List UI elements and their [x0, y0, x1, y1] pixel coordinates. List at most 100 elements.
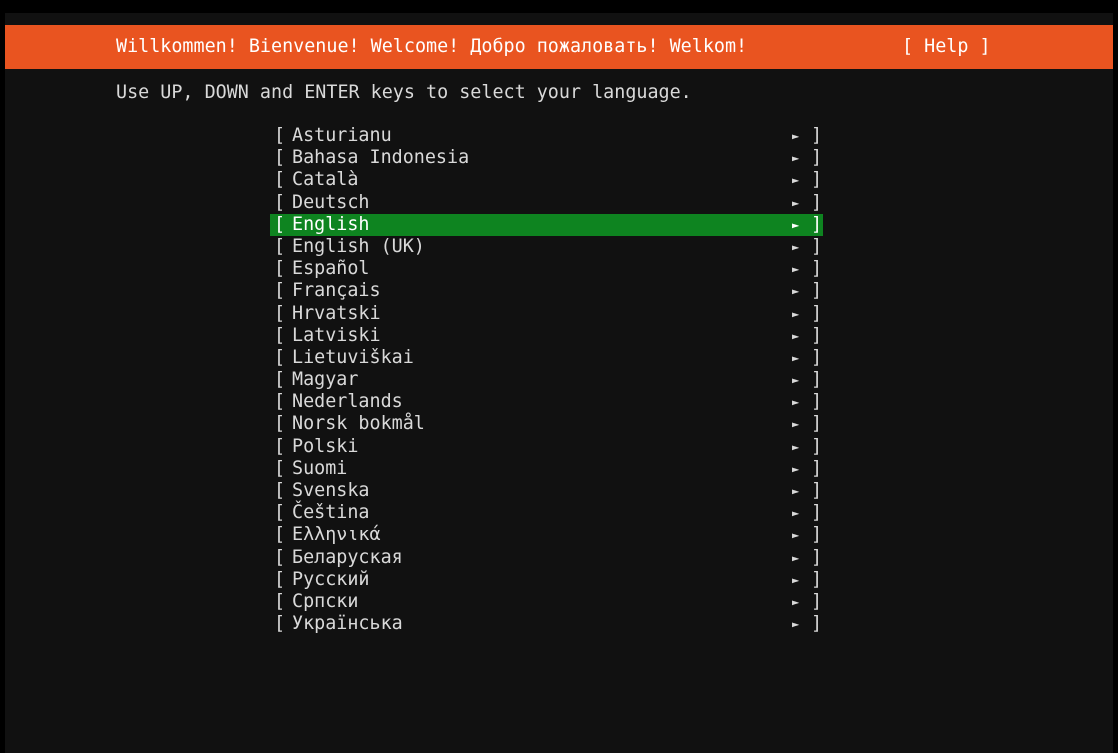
header-bar: Willkommen! Bienvenue! Welcome! Добро по… [5, 25, 1113, 69]
submenu-arrow-icon: ► [792, 572, 800, 587]
close-bracket: ] [811, 235, 823, 257]
language-label: English (UK) [292, 235, 425, 257]
open-bracket: [ [274, 235, 286, 257]
close-bracket: ] [811, 258, 823, 280]
instructions-text: Use UP, DOWN and ENTER keys to select yo… [116, 82, 692, 103]
open-bracket: [ [274, 125, 286, 146]
language-label: Nederlands [292, 391, 403, 413]
open-bracket: [ [274, 546, 286, 568]
close-bracket: ] [811, 502, 823, 524]
language-option[interactable]: [Беларуская ►] [270, 547, 823, 569]
installer-screen: Willkommen! Bienvenue! Welcome! Добро по… [5, 13, 1113, 753]
language-label: English [292, 213, 370, 235]
language-label: Українська [292, 613, 403, 635]
submenu-arrow-icon: ► [792, 195, 800, 210]
welcome-title: Willkommen! Bienvenue! Welcome! Добро по… [116, 36, 748, 57]
submenu-arrow-icon: ► [792, 262, 800, 277]
submenu-arrow-icon: ► [792, 550, 800, 565]
language-option[interactable]: [Svenska ►] [270, 480, 823, 502]
open-bracket: [ [274, 369, 286, 391]
language-option[interactable]: [Ελληνικά ►] [270, 524, 823, 546]
language-list: [ Asturianu ►] [ Bahasa Indonesia ►] [ Català ►]… [270, 125, 823, 635]
open-bracket: [ [274, 280, 286, 302]
close-bracket: ] [811, 457, 823, 479]
close-bracket: ] [811, 191, 823, 213]
close-bracket: ] [811, 324, 823, 346]
open-bracket: [ [274, 435, 286, 457]
language-label: Català [292, 169, 359, 191]
language-option[interactable]: [Norsk bokmål ►] [270, 413, 823, 435]
language-label: Ελληνικά [292, 524, 381, 546]
language-option[interactable]: [Latviski ►] [270, 325, 823, 347]
submenu-arrow-icon: ► [792, 395, 800, 410]
language-option[interactable]: [Asturianu ►] [270, 125, 823, 147]
close-bracket: ] [811, 568, 823, 590]
close-bracket: ] [811, 413, 823, 435]
language-label: Español [292, 258, 370, 280]
language-option[interactable]: [ Nederlands ►] [270, 391, 823, 413]
open-bracket: [ [274, 391, 286, 413]
submenu-arrow-icon: ► [792, 217, 800, 232]
open-bracket: [ [274, 590, 286, 612]
language-option[interactable]: [Čeština ►] [270, 502, 823, 524]
open-bracket: [ [274, 524, 286, 546]
close-bracket: ] [811, 169, 823, 191]
language-label: Lietuviškai [292, 346, 414, 368]
language-option[interactable]: [Suomi ►] [270, 458, 823, 480]
language-option[interactable]: [ Magyar ►] [270, 369, 823, 391]
submenu-arrow-icon: ► [792, 151, 800, 166]
open-bracket: [ [274, 169, 286, 191]
submenu-arrow-icon: ► [792, 594, 800, 609]
language-label: Deutsch [292, 191, 370, 213]
close-bracket: ] [811, 280, 823, 302]
submenu-arrow-icon: ► [792, 528, 800, 543]
close-bracket: ] [811, 147, 823, 169]
language-option[interactable]: [Русский ►] [270, 569, 823, 591]
language-label: Suomi [292, 457, 348, 479]
language-option[interactable]: [ Deutsch ►] [270, 192, 823, 214]
language-label: Polski [292, 435, 359, 457]
language-option[interactable]: [Hrvatski ►] [270, 303, 823, 325]
close-bracket: ] [811, 346, 823, 368]
language-option[interactable]: [ English (UK) ►] [270, 236, 823, 258]
open-bracket: [ [274, 502, 286, 524]
submenu-arrow-icon: ► [792, 439, 800, 454]
language-label: Čeština [292, 502, 370, 524]
language-option[interactable]: [ English ►] [270, 213, 823, 236]
open-bracket: [ [274, 213, 286, 235]
language-label: Norsk bokmål [292, 413, 425, 435]
language-option[interactable]: [Српски ►] [270, 591, 823, 613]
close-bracket: ] [811, 369, 823, 391]
open-bracket: [ [274, 613, 286, 635]
submenu-arrow-icon: ► [792, 373, 800, 388]
close-bracket: ] [811, 125, 823, 146]
help-button[interactable]: [ Help ] [902, 25, 991, 69]
language-label: Bahasa Indonesia [292, 147, 470, 169]
language-label: Српски [292, 590, 359, 612]
close-bracket: ] [811, 613, 823, 635]
language-option[interactable]: [ Español ►] [270, 258, 823, 280]
language-label: Français [292, 280, 381, 302]
open-bracket: [ [274, 324, 286, 346]
open-bracket: [ [274, 147, 286, 169]
language-option[interactable]: [Lietuviškai ►] [270, 347, 823, 369]
language-label: Magyar [292, 369, 359, 391]
language-option[interactable]: [Polski ►] [270, 436, 823, 458]
open-bracket: [ [274, 191, 286, 213]
submenu-arrow-icon: ► [792, 306, 800, 321]
language-option[interactable]: [Українська ►] [270, 613, 823, 635]
submenu-arrow-icon: ► [792, 484, 800, 498]
submenu-arrow-icon: ► [792, 350, 800, 365]
close-bracket: ] [811, 546, 823, 568]
language-label: Русский [292, 568, 370, 590]
close-bracket: ] [811, 391, 823, 413]
close-bracket: ] [811, 213, 823, 235]
language-option[interactable]: [ Bahasa Indonesia ►] [270, 147, 823, 169]
language-option[interactable]: [Català ►] [270, 169, 823, 191]
language-label: Asturianu [292, 125, 392, 146]
open-bracket: [ [274, 258, 286, 280]
language-option[interactable]: [Français ►] [270, 280, 823, 302]
submenu-arrow-icon: ► [792, 239, 800, 254]
submenu-arrow-icon: ► [792, 461, 800, 476]
open-bracket: [ [274, 302, 286, 324]
